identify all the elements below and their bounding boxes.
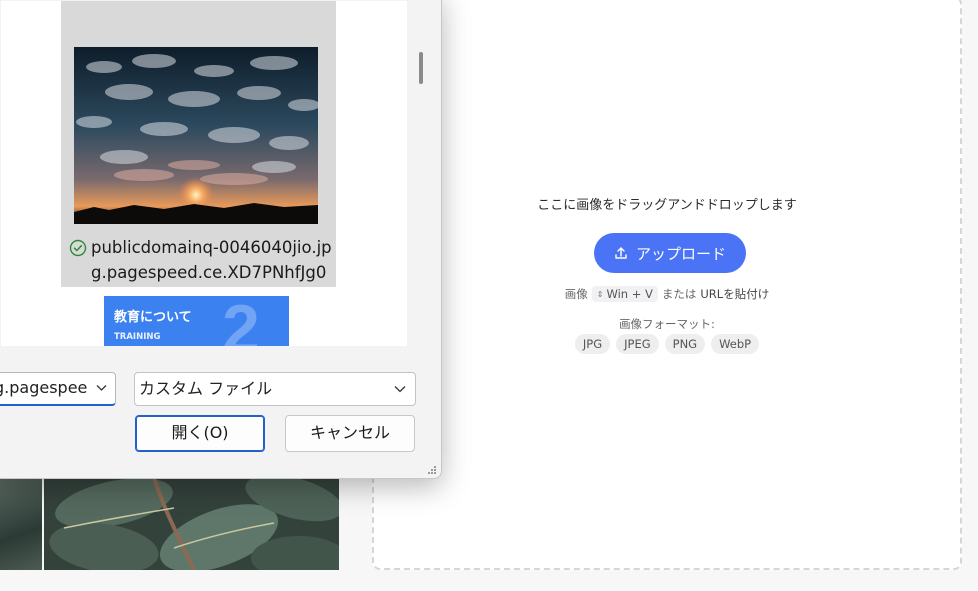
- cancel-button[interactable]: キャンセル: [285, 415, 415, 452]
- file-item-training[interactable]: 教育について TRAINING 2: [104, 296, 289, 346]
- thumbnail-subtitle: TRAINING: [114, 332, 161, 342]
- sample-photo-leaves: [44, 478, 339, 570]
- file-name: publicdomainq-0046040jio.jpg.pagespeed.c…: [69, 235, 333, 285]
- scrollbar-thumb[interactable]: [419, 52, 423, 84]
- bottom-caption-cut: [80, 582, 780, 591]
- open-button[interactable]: 開く(O): [135, 415, 265, 452]
- filename-value: g.pagespee: [0, 378, 88, 397]
- filetype-value: カスタム ファイル: [139, 379, 273, 398]
- file-open-dialog: publicdomainq-0046040jio.jpg.pagespeed.c…: [0, 0, 442, 479]
- paste-hint: 画像 ⇕ Win + V または URLを貼付け: [374, 286, 960, 302]
- leaves-illustration: [44, 478, 339, 570]
- thumbnail-number: 2: [222, 296, 260, 346]
- upload-label: アップロード: [635, 244, 726, 263]
- chevron-down-icon[interactable]: [96, 384, 107, 392]
- sort-icon: ⇕: [596, 289, 604, 299]
- upload-button[interactable]: アップロード: [594, 233, 746, 273]
- format-label: 画像フォーマット:: [619, 317, 715, 331]
- paste-hint-middle: または: [661, 287, 697, 301]
- sunset-sky-thumbnail: [74, 47, 318, 224]
- format-chips: JPG JPEG PNG WebP: [374, 334, 960, 354]
- file-name-text: publicdomainq-0046040jio.jpg.pagespeed.c…: [91, 238, 332, 282]
- filename-input[interactable]: g.pagespee: [0, 372, 116, 406]
- file-list-scrollbar[interactable]: [417, 1, 425, 346]
- format-chip-webp: WebP: [711, 334, 760, 354]
- thumbnail-title: 教育について: [114, 310, 192, 325]
- url-paste-link[interactable]: URLを貼付け: [700, 286, 769, 302]
- paste-hint-prefix: 画像: [564, 287, 588, 301]
- sample-photo-left: [0, 478, 42, 570]
- filetype-select[interactable]: カスタム ファイル: [134, 372, 416, 406]
- sample-photo-strip: [0, 478, 339, 570]
- format-chip-jpg: JPG: [574, 334, 611, 354]
- format-chip-jpeg: JPEG: [616, 334, 659, 354]
- shortcut-label: Win + V: [606, 287, 653, 301]
- upload-icon: [615, 247, 627, 259]
- format-chip-png: PNG: [664, 334, 706, 354]
- chevron-down-icon: [394, 386, 406, 393]
- resize-grip-icon[interactable]: [427, 465, 437, 475]
- file-item-selected[interactable]: publicdomainq-0046040jio.jpg.pagespeed.c…: [61, 1, 336, 287]
- file-thumbnail: [74, 47, 318, 224]
- file-list[interactable]: publicdomainq-0046040jio.jpg.pagespeed.c…: [1, 1, 407, 346]
- drop-zone[interactable]: ここに画像をドラッグアンドドロップします アップロード 画像 ⇕ Win + V…: [372, 0, 962, 570]
- drop-instruction: ここに画像をドラッグアンドドロップします: [537, 198, 797, 213]
- shortcut-badge: ⇕ Win + V: [591, 286, 658, 302]
- check-circle-icon: [69, 239, 87, 257]
